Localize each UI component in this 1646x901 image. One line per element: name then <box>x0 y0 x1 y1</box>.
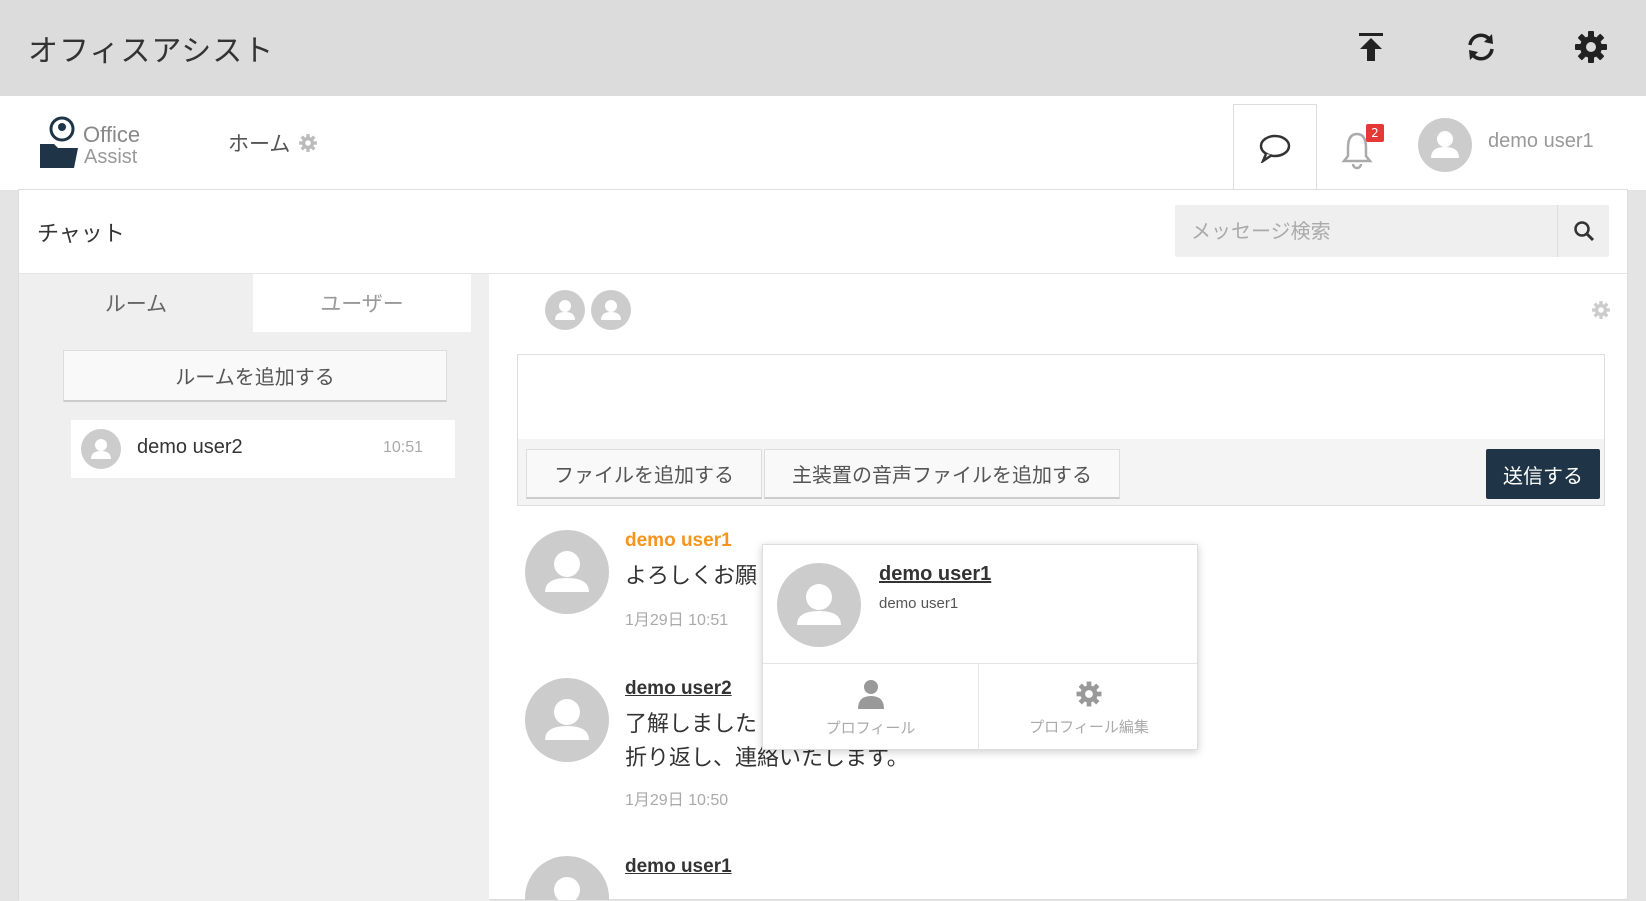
profile-button[interactable]: プロフィール <box>763 664 979 752</box>
chat-panel-header: チャット <box>19 190 1627 274</box>
message-search <box>1175 205 1609 257</box>
user-icon <box>857 679 884 709</box>
user-profile-popover: demo user1 demo user1 プロフィール プロフィール編集 <box>762 544 1199 752</box>
room-settings-gear-icon[interactable] <box>1591 300 1611 324</box>
chat-tab[interactable] <box>1233 104 1317 190</box>
room-name: demo user2 <box>137 436 243 458</box>
gear-icon[interactable] <box>1570 26 1612 68</box>
home-label: ホーム <box>228 132 291 156</box>
upload-icon[interactable] <box>1350 26 1392 68</box>
avatar[interactable] <box>525 530 609 614</box>
home-gear-icon[interactable] <box>298 133 318 153</box>
composer-toolbar: ファイルを追加する 主装置の音声ファイルを追加する 送信する <box>518 439 1604 505</box>
add-audio-file-button[interactable]: 主装置の音声ファイルを追加する <box>764 449 1120 499</box>
top-nav: Office Assist ホーム 2 demo user1 <box>0 96 1646 190</box>
notification-bell[interactable]: 2 <box>1340 124 1384 170</box>
message-text: よろしくお願 <box>625 564 758 589</box>
avatar <box>81 429 121 469</box>
message-author[interactable]: demo user2 <box>625 678 732 700</box>
sync-icon[interactable] <box>1460 26 1502 68</box>
message-input[interactable] <box>518 355 1604 439</box>
avatar <box>777 563 861 647</box>
chat-sidebar: ルーム ユーザー ルームを追加する demo user2 10:51 <box>19 274 489 901</box>
office-assist-logo[interactable]: Office Assist <box>38 116 148 172</box>
message-time: 1月29日 10:50 <box>625 792 729 809</box>
sidebar-tabs: ルーム ユーザー <box>19 274 471 336</box>
message: demo user1 <box>525 856 1425 900</box>
page-title: チャット <box>37 222 125 247</box>
search-input[interactable] <box>1175 205 1557 257</box>
add-file-button[interactable]: ファイルを追加する <box>526 449 762 499</box>
current-user-name[interactable]: demo user1 <box>1488 130 1594 153</box>
popover-actions: プロフィール プロフィール編集 <box>763 663 1199 752</box>
gear-icon <box>1076 681 1102 706</box>
popover-user-name[interactable]: demo user1 <box>879 563 991 586</box>
avatar[interactable] <box>525 678 609 762</box>
message-text-line1: 了解しました <box>625 712 758 737</box>
message-author[interactable]: demo user1 <box>625 856 732 878</box>
avatar[interactable] <box>1418 118 1472 172</box>
member-avatar[interactable] <box>545 290 585 330</box>
list-item[interactable]: demo user2 10:51 <box>71 420 455 478</box>
profile-label: プロフィール <box>825 718 916 737</box>
member-avatar[interactable] <box>591 290 631 330</box>
message-time: 1月29日 10:51 <box>625 612 729 629</box>
app-title: オフィスアシスト <box>28 34 275 69</box>
title-bar: オフィスアシスト <box>0 0 1646 96</box>
profile-edit-label: プロフィール編集 <box>1029 717 1149 736</box>
send-button[interactable]: 送信する <box>1486 449 1600 499</box>
message-author[interactable]: demo user1 <box>625 530 732 552</box>
add-room-button[interactable]: ルームを追加する <box>63 350 447 402</box>
chat-bubble-icon <box>1259 134 1291 163</box>
search-button[interactable] <box>1557 205 1609 257</box>
tab-user[interactable]: ユーザー <box>253 274 471 332</box>
profile-edit-button[interactable]: プロフィール編集 <box>979 664 1199 752</box>
tab-room[interactable]: ルーム <box>19 274 253 332</box>
logo-text-assist: Assist <box>84 146 138 168</box>
avatar[interactable] <box>525 856 609 900</box>
popover-user-subtitle: demo user1 <box>879 595 959 612</box>
message-composer: ファイルを追加する 主装置の音声ファイルを追加する 送信する <box>517 354 1605 506</box>
search-icon <box>1573 221 1594 242</box>
room-time: 10:51 <box>383 439 424 456</box>
notification-badge: 2 <box>1366 124 1384 142</box>
home-link[interactable]: ホーム <box>228 128 318 158</box>
logo-text-office: Office <box>83 122 141 147</box>
